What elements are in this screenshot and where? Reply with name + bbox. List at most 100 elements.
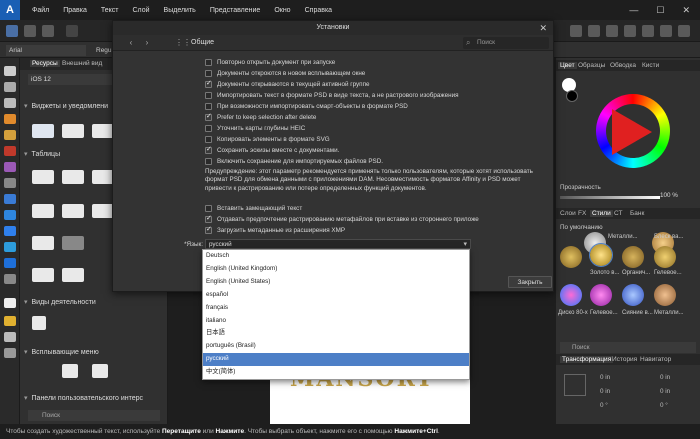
transform-w-field[interactable]: 0 in (600, 388, 610, 395)
asset-thumb[interactable] (32, 124, 54, 138)
checkbox[interactable] (205, 69, 212, 77)
transparency-tool-icon[interactable] (4, 178, 16, 188)
menu-window[interactable]: Окно (274, 7, 290, 14)
ellipse-tool-icon[interactable] (4, 242, 16, 252)
text-tool-icon[interactable] (4, 298, 16, 308)
section-popup-menus[interactable]: Всплывающие меню (24, 348, 99, 356)
stroke-color-swatch[interactable] (566, 90, 578, 102)
rectangle-tool-icon[interactable] (4, 226, 16, 236)
node-tool-icon[interactable] (4, 82, 16, 92)
studio-icon[interactable] (660, 25, 672, 37)
transform-rotate-field[interactable]: 0 ° (600, 402, 608, 409)
persona-export-icon[interactable] (42, 25, 54, 37)
assets-search-input[interactable]: Поиск (28, 410, 160, 421)
asset-thumb[interactable] (62, 170, 84, 184)
opacity-slider[interactable] (560, 196, 660, 199)
option-active-group[interactable]: Документы открываются в текущей активной… (205, 79, 370, 89)
asset-thumb[interactable] (32, 170, 54, 184)
asset-thumb[interactable] (92, 170, 114, 184)
language-option[interactable]: italiano (203, 315, 469, 328)
menu-layer[interactable]: Слой (133, 7, 150, 14)
checkbox[interactable] (205, 204, 212, 212)
option-heic[interactable]: Уточнить карты глубины HEIC (205, 123, 305, 133)
tab-stroke[interactable]: Обводка (610, 62, 636, 69)
language-option[interactable]: 日本語 (203, 327, 469, 340)
style-swatch[interactable] (560, 284, 582, 306)
menu-view[interactable]: Представление (210, 7, 260, 14)
persona-designer-icon[interactable] (6, 25, 18, 37)
tab-text-styles[interactable]: СТ (614, 210, 622, 217)
checkbox[interactable] (205, 102, 212, 110)
zoom-tool-icon[interactable] (4, 348, 16, 358)
close-window-icon[interactable]: ✕ (682, 5, 690, 16)
checkbox[interactable] (205, 214, 212, 223)
anchor-selector[interactable] (564, 374, 586, 396)
tab-color[interactable]: Цвет (558, 62, 577, 69)
asset-thumb[interactable] (62, 364, 78, 378)
asset-thumb[interactable] (62, 236, 84, 250)
place-image-icon[interactable] (4, 194, 16, 204)
checkbox[interactable] (205, 79, 212, 88)
language-option[interactable]: 中文(简体) (203, 366, 469, 379)
align-icon[interactable] (588, 25, 600, 37)
eyedropper-tool-icon[interactable] (4, 316, 16, 326)
section-activities[interactable]: Виды деятельности (24, 298, 96, 306)
option-psd-text[interactable]: Импортировать текст в формате PSD в виде… (205, 90, 459, 100)
style-swatch[interactable] (589, 243, 613, 267)
dialog-search-input[interactable]: Поиск (463, 37, 549, 49)
option-placeholder-text[interactable]: Вставить замещающий текст (205, 203, 302, 213)
option-keep-selection[interactable]: Prefer to keep selection after delete (205, 112, 316, 122)
transform-shear-field[interactable]: 0 ° (660, 402, 668, 409)
asset-thumb[interactable] (62, 124, 84, 138)
color-triangle[interactable] (612, 109, 652, 155)
fill-tool-icon[interactable] (4, 162, 16, 172)
crop-tool-icon[interactable] (4, 210, 16, 220)
tab-fx[interactable]: FX (578, 210, 586, 217)
asset-thumb[interactable] (32, 316, 46, 330)
tab-navigator[interactable]: Навигатор (640, 356, 671, 363)
checkbox[interactable] (205, 124, 212, 132)
snap-icon[interactable] (570, 25, 582, 37)
menu-edit[interactable]: Правка (63, 7, 87, 14)
style-category[interactable]: По умолчанию (560, 224, 603, 231)
section-ui-panels[interactable]: Панели пользовательского интерс (24, 394, 144, 402)
asset-thumb[interactable] (32, 204, 54, 218)
boolean-icon[interactable] (624, 25, 636, 37)
section-tables[interactable]: Таблицы (24, 150, 61, 158)
tab-appearance[interactable]: Внешний вид (62, 60, 102, 67)
style-swatch[interactable] (654, 284, 676, 306)
tab-layers[interactable]: Слои (560, 210, 576, 217)
option-reopen[interactable]: Повторно открыть документ при запуске (205, 57, 335, 67)
tab-assets[interactable]: Ресурсы (30, 60, 60, 67)
settings-icon[interactable] (678, 25, 690, 37)
checkbox[interactable] (205, 91, 212, 99)
asset-thumb[interactable] (32, 236, 54, 250)
option-xmp[interactable]: Загрузить метаданные из расширения XMP (205, 225, 345, 235)
pencil-tool-icon[interactable] (4, 130, 16, 140)
checkbox[interactable] (205, 58, 212, 66)
option-rasterize-metafiles[interactable]: Отдавать предпочтение растрированию мета… (205, 214, 479, 224)
language-option[interactable]: français (203, 302, 469, 315)
grid-icon[interactable]: ⋮⋮ (175, 38, 191, 47)
hand-tool-icon[interactable] (4, 332, 16, 342)
tab-brushes[interactable]: Кисти (642, 62, 659, 69)
transform-y-field[interactable]: 0 in (660, 374, 670, 381)
menu-file[interactable]: Файл (32, 7, 49, 14)
tab-history[interactable]: История (612, 356, 637, 363)
asset-thumb[interactable] (62, 204, 84, 218)
style-swatch[interactable] (560, 246, 582, 268)
checkbox[interactable] (205, 135, 212, 143)
persona-pixel-icon[interactable] (24, 25, 36, 37)
tab-swatches[interactable]: Образцы (578, 62, 605, 69)
snapping-icon[interactable] (642, 25, 654, 37)
transform-h-field[interactable]: 0 in (660, 388, 670, 395)
option-psd-save[interactable]: Включить сохранение для импортируемых фа… (205, 156, 383, 166)
move-tool-icon[interactable] (4, 66, 16, 76)
opacity-value[interactable]: 100 % (660, 192, 678, 199)
checkbox[interactable] (205, 225, 212, 234)
option-svg[interactable]: Копировать элементы в формате SVG (205, 134, 330, 144)
back-icon[interactable]: ‹ (125, 38, 137, 48)
asset-thumb[interactable] (92, 364, 108, 378)
dialog-close-icon[interactable]: ✕ (539, 21, 547, 35)
language-option[interactable]: Deutsch (203, 250, 469, 263)
